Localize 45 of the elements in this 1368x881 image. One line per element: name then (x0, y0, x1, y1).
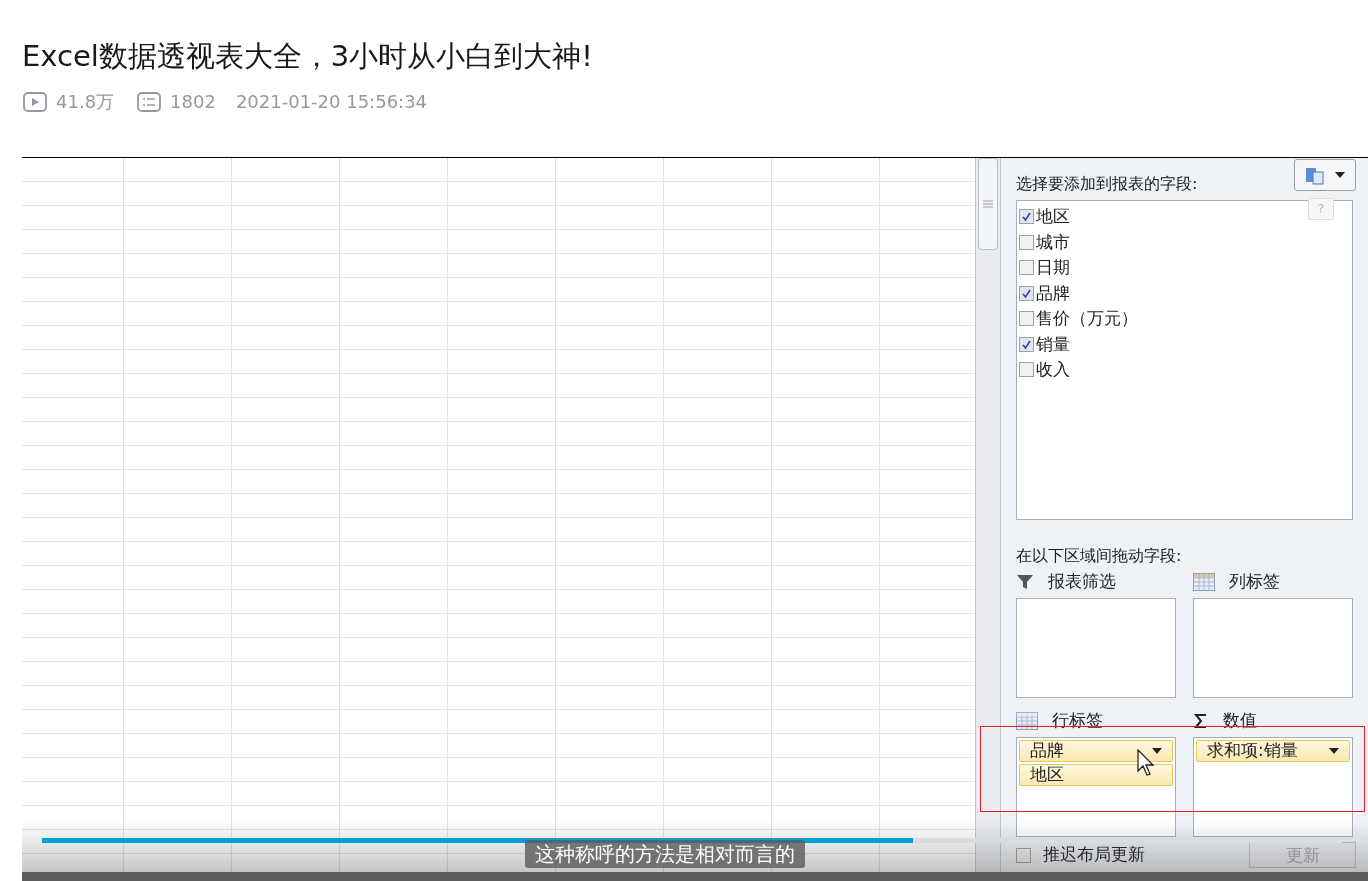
checkbox[interactable] (1019, 285, 1034, 301)
caret-icon (1152, 748, 1162, 754)
field-label[interactable]: 日期 (1036, 255, 1070, 281)
checkbox[interactable] (1019, 336, 1034, 352)
field-list-label: 选择要添加到报表的字段: (1016, 173, 1198, 195)
zone-label: 报表筛选 (1048, 570, 1116, 594)
defer-update-label: 推迟布局更新 (1043, 843, 1145, 867)
field-chip[interactable]: 品牌 (1019, 740, 1173, 762)
layout-icon (1305, 165, 1325, 185)
drop-zone[interactable] (1193, 598, 1353, 698)
checkbox[interactable] (1019, 362, 1034, 378)
video-title: Excel数据透视表大全，3小时从小白到大神! (22, 38, 594, 75)
grip-icon (983, 200, 993, 208)
drop-zone[interactable] (1016, 598, 1176, 698)
filter-icon (1016, 574, 1034, 590)
field-chip[interactable]: 求和项:销量 (1196, 740, 1350, 762)
field-label[interactable]: 收入 (1036, 357, 1070, 383)
checkbox[interactable] (1019, 209, 1034, 225)
play-count-icon (22, 90, 48, 113)
caret-icon (1329, 748, 1339, 754)
field-label[interactable]: 品牌 (1036, 280, 1070, 306)
zones-label: 在以下区域间拖动字段: (1016, 545, 1183, 567)
comment-count: 1802 (170, 90, 216, 114)
field-label[interactable]: 地区 (1036, 204, 1070, 230)
checkbox[interactable] (1019, 311, 1034, 327)
caret-icon (1335, 172, 1345, 178)
zone-label: 列标签 (1229, 570, 1280, 594)
zone-label: 行标签 (1052, 709, 1103, 733)
sigma-icon (1193, 713, 1209, 729)
field-label[interactable]: 售价（万元） (1036, 306, 1138, 332)
view-count: 41.8万 (56, 90, 115, 114)
field-list-options-button[interactable] (1294, 159, 1356, 191)
publish-date: 2021-01-20 15:56:34 (235, 90, 428, 114)
field-label[interactable]: 销量 (1036, 331, 1070, 357)
comment-count-icon (136, 90, 163, 113)
checkbox[interactable] (1016, 847, 1031, 863)
field-chip[interactable]: 地区 (1019, 764, 1173, 786)
subtitle: 这种称呼的方法是相对而言的 (525, 840, 805, 868)
drop-zone[interactable]: 品牌 地区 (1016, 737, 1176, 837)
checkbox[interactable] (1019, 260, 1034, 276)
checkbox[interactable] (1019, 234, 1034, 250)
scrollbar-thumb[interactable] (978, 158, 998, 250)
table-icon (1193, 573, 1215, 591)
field-label[interactable]: 城市 (1036, 229, 1070, 255)
drop-zone[interactable]: 求和项:销量 (1193, 737, 1353, 837)
